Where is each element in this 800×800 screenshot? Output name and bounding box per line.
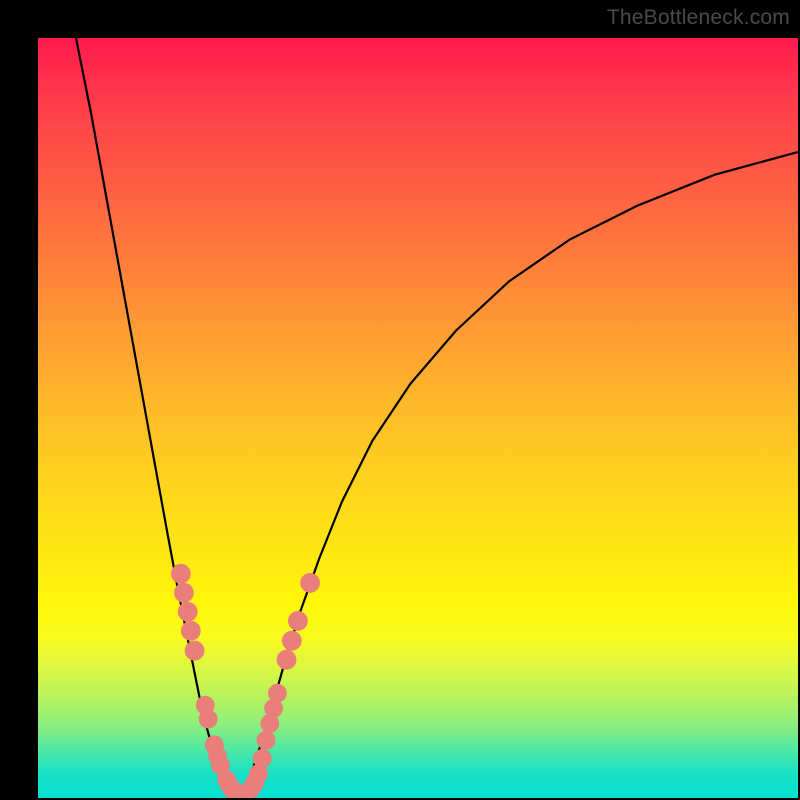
data-marker — [282, 631, 301, 650]
chart-frame: TheBottleneck.com — [0, 0, 800, 800]
data-marker — [289, 612, 308, 631]
right-curve — [243, 152, 798, 794]
data-marker — [277, 650, 296, 669]
data-marker — [301, 574, 320, 593]
data-marker — [199, 710, 217, 728]
marker-group — [172, 564, 320, 798]
data-marker — [257, 731, 275, 749]
left-curve — [76, 38, 238, 794]
data-marker — [175, 583, 194, 602]
data-marker — [172, 564, 191, 583]
data-marker — [269, 684, 287, 702]
plot-area — [38, 38, 798, 798]
data-marker — [181, 621, 200, 640]
data-marker — [178, 602, 197, 621]
data-marker — [253, 750, 271, 768]
watermark-text: TheBottleneck.com — [607, 6, 790, 30]
data-marker — [185, 641, 204, 660]
chart-svg — [38, 38, 798, 798]
